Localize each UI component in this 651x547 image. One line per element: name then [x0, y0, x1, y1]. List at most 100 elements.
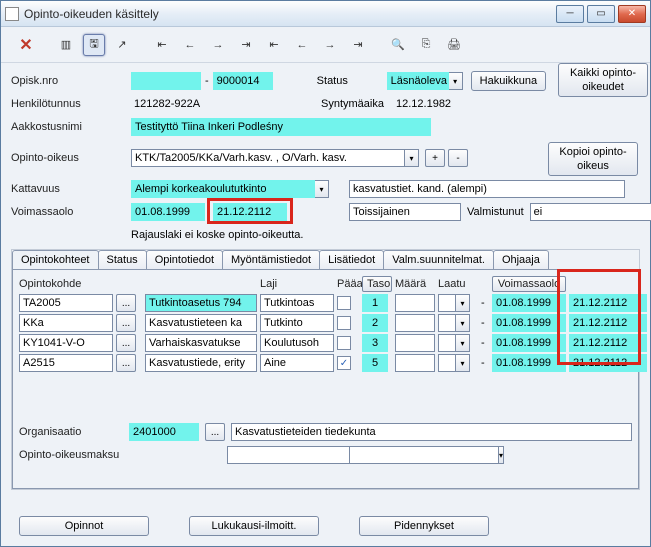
row-name[interactable]	[145, 314, 257, 332]
row-laatu-combo[interactable]: ▾	[438, 294, 478, 312]
row-code[interactable]	[19, 294, 113, 312]
row-name[interactable]	[145, 354, 257, 372]
prev2-icon[interactable]: ←	[291, 34, 313, 56]
label-kattavuus: Kattavuus	[11, 183, 131, 195]
row-code[interactable]	[19, 354, 113, 372]
row-laji[interactable]	[260, 334, 334, 352]
row-voim-end[interactable]: 21.12.2112	[569, 314, 647, 332]
voim-start[interactable]: 01.08.1999	[131, 203, 205, 221]
tabbar: OpintokohteetStatusOpintotiedotMyöntämis…	[12, 250, 639, 269]
tab-my-nt-mistiedot[interactable]: Myöntämistiedot	[222, 250, 320, 269]
last2-icon[interactable]: ⇥	[347, 34, 369, 56]
row-taso[interactable]: 3	[362, 334, 388, 352]
row-code[interactable]	[19, 334, 113, 352]
row-paa-checkbox[interactable]	[337, 336, 351, 350]
opinnot-button[interactable]: Opinnot	[19, 516, 149, 536]
kattavuus-combo[interactable]: Alempi korkeakoulututkinto ▾	[131, 180, 329, 198]
row-voim-end[interactable]: 21.12.2112	[569, 294, 647, 312]
maksu-combo2[interactable]: ▾	[349, 446, 385, 464]
kaikki-opinto-oikeudet-button[interactable]: Kaikki opinto-oikeudet	[558, 63, 648, 97]
organisaatio-browse-button[interactable]: ...	[205, 423, 225, 441]
row-taso[interactable]: 2	[362, 314, 388, 332]
row-name[interactable]	[145, 334, 257, 352]
copy-icon[interactable]: ⎘	[415, 34, 437, 56]
row-voim-end[interactable]: 21.12.2112	[569, 354, 647, 372]
row-browse-button[interactable]: ...	[116, 294, 136, 312]
next2-icon[interactable]: →	[319, 34, 341, 56]
row-maara[interactable]	[395, 334, 435, 352]
label-opinto-oikeusmaksu: Opinto-oikeusmaksu	[19, 449, 129, 461]
row-taso[interactable]: 1	[362, 294, 388, 312]
row-voim-start[interactable]: 01.08.1999	[492, 354, 566, 372]
save-icon[interactable]: 🖫	[83, 34, 105, 56]
row-maara[interactable]	[395, 314, 435, 332]
row-maara[interactable]	[395, 294, 435, 312]
taso-header[interactable]: Taso	[362, 276, 392, 292]
voim-end[interactable]: 21.12.2112	[213, 203, 287, 221]
hakuikkuna-button[interactable]: Hakuikkuna	[471, 71, 546, 91]
maximize-button[interactable]: ▭	[587, 5, 615, 23]
first-icon[interactable]: ⇤	[151, 34, 173, 56]
organisaatio-name-field[interactable]	[231, 423, 632, 441]
tab-opintokohteet[interactable]: Opintokohteet	[12, 250, 99, 269]
next-icon[interactable]: →	[207, 34, 229, 56]
pidennykset-button[interactable]: Pidennykset	[359, 516, 489, 536]
row-laatu-combo[interactable]: ▾	[438, 354, 478, 372]
row-voim-start[interactable]: 01.08.1999	[492, 334, 566, 352]
print-icon[interactable]: 🖨	[443, 34, 465, 56]
tab-lis-tiedot[interactable]: Lisätiedot	[319, 250, 384, 269]
tab-valm-suunnitelmat-[interactable]: Valm.suunnitelmat.	[383, 250, 494, 269]
valmistunut-combo[interactable]: ▾	[530, 203, 620, 221]
tab-opintotiedot[interactable]: Opintotiedot	[146, 250, 223, 269]
lukukausi-button[interactable]: Lukukausi-ilmoitt.	[189, 516, 319, 536]
new-icon[interactable]: ▥	[55, 34, 77, 56]
close-button[interactable]: ✕	[618, 5, 646, 23]
label-henkilotunnus: Henkilötunnus	[11, 98, 131, 110]
row-browse-button[interactable]: ...	[116, 314, 136, 332]
row-paa-checkbox[interactable]	[337, 316, 351, 330]
voim-header[interactable]: Voimassaolo	[492, 276, 566, 292]
label-status: Status	[317, 75, 387, 87]
tab-status[interactable]: Status	[98, 250, 147, 269]
row-laatu-combo[interactable]: ▾	[438, 334, 478, 352]
row-paa-checkbox[interactable]	[337, 296, 351, 310]
row-taso[interactable]: 5	[362, 354, 388, 372]
tab-ohjaaja[interactable]: Ohjaaja	[493, 250, 549, 269]
row-code[interactable]	[19, 314, 113, 332]
row-voim-start[interactable]: 01.08.1999	[492, 294, 566, 312]
row-dash: -	[481, 297, 489, 309]
row-laji[interactable]	[260, 294, 334, 312]
prev-icon[interactable]: ←	[179, 34, 201, 56]
row-voim-start[interactable]: 01.08.1999	[492, 314, 566, 332]
row-laatu-combo[interactable]: ▾	[438, 314, 478, 332]
opisk-nro-prefix[interactable]	[131, 72, 201, 90]
row-browse-button[interactable]: ...	[116, 334, 136, 352]
tabs-group: OpintokohteetStatusOpintotiedotMyöntämis…	[11, 249, 640, 490]
app-window: Opinto-oikeuden käsittely ─ ▭ ✕ ✕ ▥ 🖫 ↗ …	[0, 0, 651, 547]
row-paa-checkbox[interactable]: ✓	[337, 356, 351, 370]
kopioi-opinto-oikeus-button[interactable]: Kopioi opinto-oikeus	[548, 142, 638, 176]
organisaatio-code[interactable]: 2401000	[129, 423, 199, 441]
opisk-nro-suffix[interactable]: 9000014	[213, 72, 273, 90]
row-name[interactable]	[145, 294, 257, 312]
last-icon[interactable]: ⇥	[235, 34, 257, 56]
add-opinto-button[interactable]: +	[425, 149, 445, 167]
first2-icon[interactable]: ⇤	[263, 34, 285, 56]
search-icon[interactable]: 🔍	[387, 34, 409, 56]
maksu-combo1[interactable]: ▾	[227, 446, 263, 464]
tabbody: OpintokohdeLajiPääaineTasoMääräLaatuVoim…	[12, 269, 639, 489]
toissijainen-field[interactable]	[349, 203, 461, 221]
opinto-oikeus-combo[interactable]: ▾	[131, 149, 419, 167]
row-voim-end[interactable]: 21.12.2112	[569, 334, 647, 352]
minimize-button[interactable]: ─	[556, 5, 584, 23]
row-maara[interactable]	[395, 354, 435, 372]
export-icon[interactable]: ↗	[111, 34, 133, 56]
cancel-icon[interactable]: ✕	[15, 34, 37, 56]
row-browse-button[interactable]: ...	[116, 354, 136, 372]
row-dash: -	[481, 317, 489, 329]
row-laji[interactable]	[260, 314, 334, 332]
kattavuus2-field[interactable]	[349, 180, 625, 198]
status-combo[interactable]: Läsnäoleva ▾	[387, 72, 463, 90]
row-laji[interactable]	[260, 354, 334, 372]
remove-opinto-button[interactable]: -	[448, 149, 468, 167]
